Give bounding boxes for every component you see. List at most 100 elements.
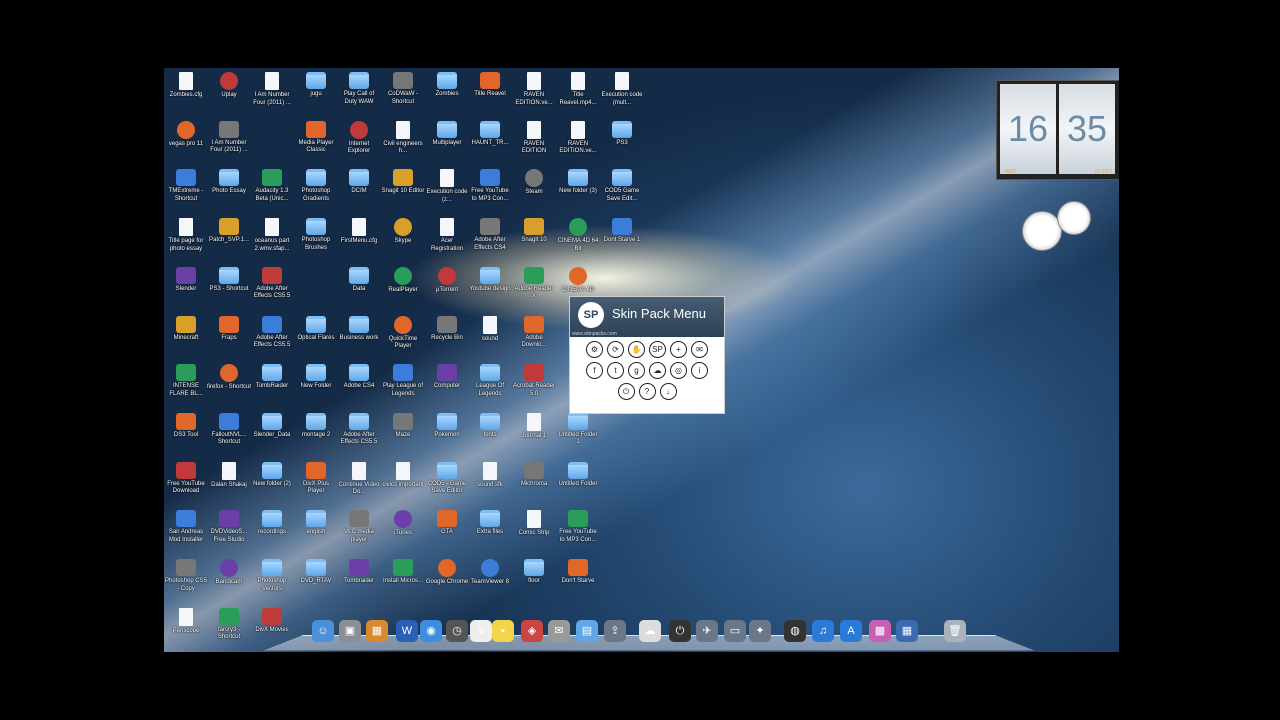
desktop-icon[interactable]: HAUNT_TR... <box>468 120 512 148</box>
desktop-icon[interactable]: Audacity 1.3 Beta (Unic... <box>250 169 294 203</box>
skin-pack-url[interactable]: www.skinpacks.com <box>572 331 617 337</box>
dock-preview-icon[interactable]: ◈ <box>521 620 543 642</box>
skin-pack-button[interactable]: ☁ <box>649 362 666 379</box>
dock-cloud-icon[interactable]: ☁ <box>639 620 661 642</box>
desktop-icon[interactable]: Free YouTube to MP3 Con... <box>468 169 512 203</box>
dock-photos-icon[interactable]: ▣ <box>339 620 361 642</box>
desktop-icon[interactable]: sound.sfk <box>468 461 512 490</box>
dock-rocket-icon[interactable]: ✦ <box>749 620 771 642</box>
skin-pack-button[interactable]: SP <box>649 341 666 358</box>
desktop-icon[interactable]: Adobe Reader X <box>512 266 556 301</box>
desktop-icon[interactable]: Youtube design <box>468 266 512 294</box>
dock-photo-booth-icon[interactable]: ▩ <box>869 620 891 642</box>
desktop-icon[interactable]: Title page for photo essay <box>164 218 208 253</box>
desktop-icon[interactable]: DVDVideoS... Free Studio <box>207 510 251 544</box>
desktop-icon[interactable]: VLC media player <box>337 510 381 544</box>
desktop-icon[interactable]: Media Player Classic <box>294 120 338 155</box>
desktop-icon[interactable]: CINEMA 4D <box>556 266 600 295</box>
desktop-icon[interactable]: Fraps <box>207 315 251 343</box>
dock-mail-icon[interactable]: ✉ <box>548 620 570 642</box>
memory-gauge-icon[interactable] <box>1057 201 1091 235</box>
desktop-icon[interactable]: Data <box>337 266 381 294</box>
desktop-icon[interactable]: I Am Number Four (2011) ... <box>207 120 251 155</box>
desktop-icon[interactable]: Adobe After Effects CS5.5 <box>337 412 381 447</box>
desktop-icon[interactable]: Free YouTube Download <box>164 461 208 496</box>
desktop-icon[interactable]: DCIM <box>337 169 381 196</box>
desktop-icon[interactable]: INTENSE FLARE BL... <box>164 364 208 398</box>
desktop-icon[interactable]: FirstMenu.cfg <box>337 218 381 246</box>
desktop-icon[interactable]: jugu <box>294 72 338 99</box>
desktop-icon[interactable]: Photoshop CS5 - Copy <box>164 559 208 593</box>
skin-pack-button[interactable]: ⚙ <box>586 341 603 358</box>
desktop-icon[interactable]: Continue Video Do... <box>337 461 381 497</box>
desktop-icon[interactable]: Minecraft <box>164 315 208 343</box>
desktop-icon[interactable]: Periscope <box>164 607 208 636</box>
desktop-icon[interactable]: Photoshop Gradients <box>294 169 338 203</box>
desktop-icon[interactable]: montage 2 <box>294 412 338 440</box>
desktop-icon[interactable]: COD5 Game Save Edit... <box>600 169 644 203</box>
desktop-icon[interactable]: GTA <box>425 510 469 537</box>
desktop-icon[interactable]: english <box>294 510 338 537</box>
desktop-icon[interactable]: Play Call of Duty WAW <box>337 72 381 106</box>
desktop-icon[interactable]: µTorrent <box>425 266 469 295</box>
desktop-icon[interactable]: Computer <box>425 364 469 391</box>
desktop-icon[interactable]: RealPlayer <box>381 266 425 295</box>
desktop-icon[interactable]: Comic Strip <box>512 510 556 538</box>
dock-stickies-icon[interactable]: ▪ <box>492 620 514 642</box>
desktop-icon[interactable]: floor <box>512 559 556 586</box>
desktop-icon[interactable]: recordings <box>250 510 294 537</box>
dock-folder-icon[interactable]: ▤ <box>576 620 598 642</box>
desktop-icon[interactable]: Slender <box>164 266 208 294</box>
desktop-icon[interactable]: PS3 <box>600 120 644 148</box>
desktop-icon[interactable]: Pokemon <box>425 412 469 440</box>
skin-pack-logo[interactable]: SP <box>578 302 604 328</box>
desktop-icon[interactable]: Zombies <box>425 72 469 99</box>
desktop-icon[interactable]: Recycle Bin <box>425 315 469 343</box>
dock-finder-icon[interactable]: ☺ <box>312 620 334 642</box>
desktop-icon[interactable]: Steam <box>512 169 556 197</box>
desktop-icon[interactable]: Adobe After Effects CS4 <box>468 218 512 252</box>
dock-bird-icon[interactable]: ✈ <box>696 620 718 642</box>
desktop-icon[interactable]: QuickTime Player <box>381 315 425 351</box>
dock-spaces-icon[interactable]: ▦ <box>896 620 918 642</box>
desktop-icon[interactable]: Michroma <box>512 461 556 489</box>
dock-safari-icon[interactable]: ◉ <box>420 620 442 642</box>
skin-pack-button[interactable]: ✋ <box>628 341 645 358</box>
desktop-icon[interactable]: RAVEN EDITION.ve... <box>556 120 600 156</box>
desktop-icon[interactable]: TMExtreme - Shortcut <box>164 169 208 203</box>
desktop-icon[interactable]: Photo Essay <box>207 169 251 196</box>
desktop-icon[interactable]: Photoshop Brushes <box>294 218 338 252</box>
desktop-icon[interactable]: Untitled Folder <box>556 461 600 489</box>
desktop-icon[interactable]: New Folder <box>294 364 338 391</box>
desktop-icon[interactable]: Adobe CS4 <box>337 364 381 391</box>
desktop-icon[interactable]: Google Chrome <box>425 559 469 587</box>
desktop-icon[interactable]: San Andreas Mod Installer <box>164 510 208 544</box>
desktop-icon[interactable]: Adobe After Effects CS5.5 <box>250 315 294 350</box>
desktop-icon[interactable]: Business work <box>337 315 381 343</box>
desktop-icon[interactable]: oceanus part 2.wmv.sfap... <box>250 218 294 253</box>
desktop-icon[interactable]: Dont Starve 1 <box>600 218 644 245</box>
desktop-icon[interactable]: Title Reavel <box>468 72 512 99</box>
skin-pack-button[interactable]: t <box>607 362 624 379</box>
dock-notes-icon[interactable]: ≡ <box>470 620 492 642</box>
desktop-icon[interactable]: TeamViewer 8 <box>468 559 512 587</box>
desktop-icon[interactable]: CINEMA 4D 64 Bit <box>556 218 600 253</box>
desktop-icon[interactable]: firefox - Shortcut <box>207 364 251 392</box>
desktop-icon[interactable]: Internet Explorer <box>337 120 381 156</box>
desktop-icon[interactable]: Play League of Legends <box>381 364 425 398</box>
desktop-icon[interactable]: DivX Plus Player <box>294 461 338 496</box>
skin-pack-button[interactable]: ⏻ <box>617 383 635 400</box>
desktop-icon[interactable]: TombRaider <box>250 364 294 391</box>
desktop-icon[interactable]: Zombies.cfg <box>164 72 208 100</box>
desktop-icon[interactable]: Patch_SVP.1... <box>207 218 251 245</box>
desktop-icon[interactable]: I Am Number Four (2011) ... <box>250 72 294 107</box>
desktop-icon[interactable]: Multiplayer <box>425 120 469 148</box>
desktop-icon[interactable]: Acer Registration <box>425 218 469 253</box>
desktop-icon[interactable]: Dalan Shakaj <box>207 461 251 490</box>
skin-pack-button[interactable]: ↓ <box>659 383 677 400</box>
desktop-icon[interactable]: vegas pro 11 <box>164 120 208 149</box>
desktop-icon[interactable]: CoDWaW - Shortcut <box>381 72 425 106</box>
desktop-icon[interactable]: Adobe Downlo... <box>512 315 556 350</box>
desktop-icon[interactable]: Title Reavel.mp4... <box>556 72 600 107</box>
skin-pack-button[interactable]: ◎ <box>670 362 687 379</box>
